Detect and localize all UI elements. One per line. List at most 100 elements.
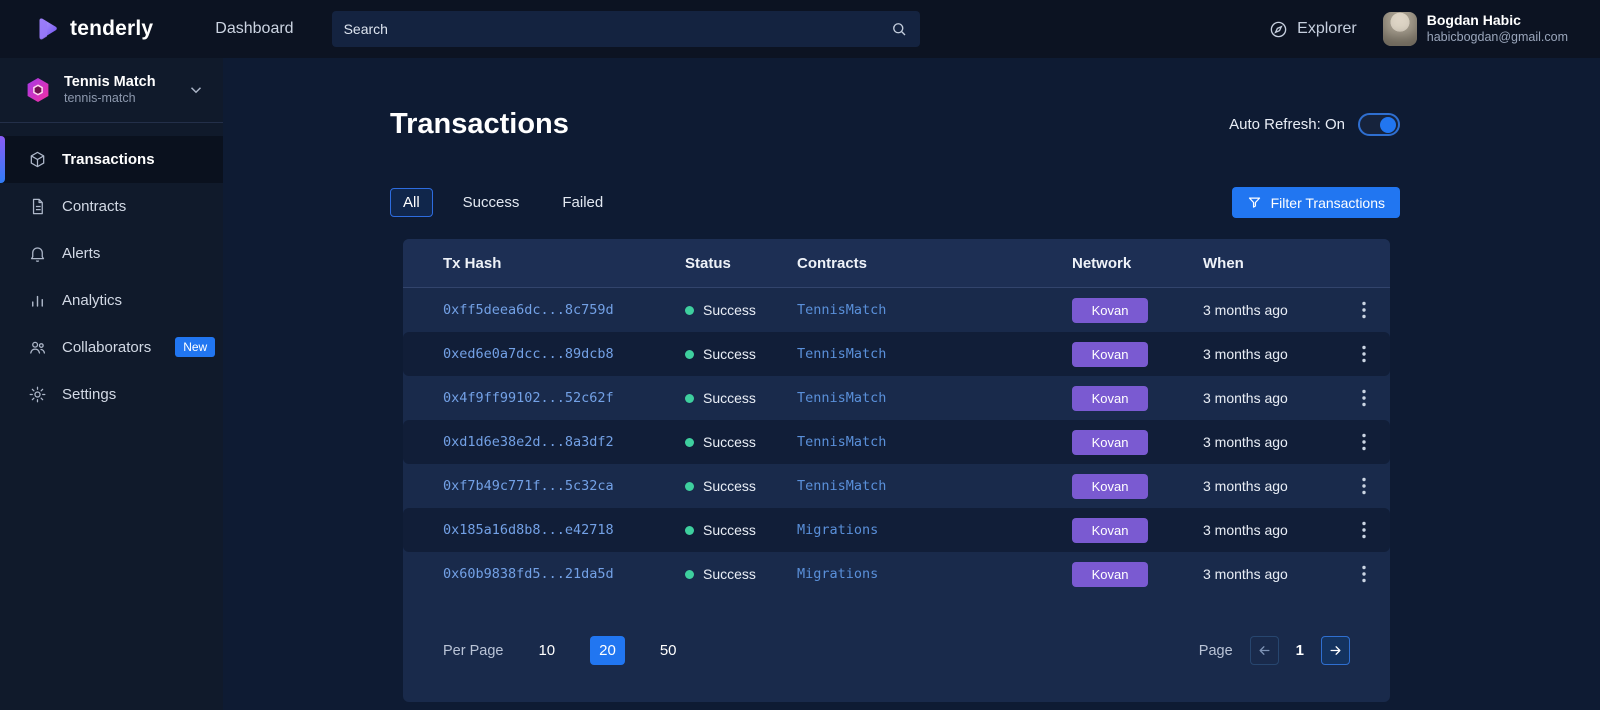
when-text: 3 months ago bbox=[1203, 522, 1288, 538]
tab-all[interactable]: All bbox=[390, 188, 433, 217]
col-contracts: Contracts bbox=[797, 254, 868, 272]
tx-hash-link[interactable]: 0x60b9838fd5...21da5d bbox=[443, 566, 685, 582]
cube-icon bbox=[28, 150, 47, 169]
network-badge: Kovan bbox=[1072, 517, 1148, 543]
status-text: Success bbox=[703, 346, 756, 362]
current-page: 1 bbox=[1295, 642, 1304, 659]
search-icon bbox=[890, 20, 908, 38]
table-row[interactable]: 0x185a16d8b8...e42718 Success Migrations… bbox=[403, 508, 1390, 552]
bar-chart-icon bbox=[28, 291, 47, 310]
table-footer: Per Page 10 20 50 Page 1 bbox=[403, 596, 1390, 702]
nav-dashboard[interactable]: Dashboard bbox=[215, 20, 293, 38]
contract-link[interactable]: TennisMatch bbox=[797, 478, 1072, 494]
tx-hash-link[interactable]: 0xd1d6e38e2d...8a3df2 bbox=[443, 434, 685, 450]
when-text: 3 months ago bbox=[1203, 566, 1288, 582]
contract-link[interactable]: TennisMatch bbox=[797, 434, 1072, 450]
contract-link[interactable]: TennisMatch bbox=[797, 302, 1072, 318]
logo-wordmark: tenderly bbox=[70, 17, 154, 40]
table-row[interactable]: 0xed6e0a7dcc...89dcb8 Success TennisMatc… bbox=[403, 332, 1390, 376]
next-page-button[interactable] bbox=[1321, 636, 1350, 665]
col-tx-hash: Tx Hash bbox=[443, 254, 502, 272]
contract-link[interactable]: Migrations bbox=[797, 566, 1072, 582]
col-network: Network bbox=[1072, 254, 1132, 272]
table-row[interactable]: 0xff5deea6dc...8c759d Success TennisMatc… bbox=[403, 288, 1390, 332]
when-text: 3 months ago bbox=[1203, 390, 1288, 406]
per-page-option-10[interactable]: 10 bbox=[529, 636, 564, 665]
page-label: Page bbox=[1198, 642, 1233, 659]
per-page-option-20[interactable]: 20 bbox=[590, 636, 625, 665]
sidebar-item-alerts[interactable]: Alerts bbox=[0, 230, 223, 277]
status-text: Success bbox=[703, 522, 756, 538]
sidebar-item-contracts[interactable]: Contracts bbox=[0, 183, 223, 230]
auto-refresh-control: Auto Refresh: On bbox=[1229, 113, 1400, 136]
arrow-right-icon bbox=[1328, 643, 1343, 658]
document-icon bbox=[28, 197, 47, 216]
row-menu-kebab-icon[interactable] bbox=[1362, 301, 1366, 319]
sidebar: Tennis Match tennis-match Transactions C… bbox=[0, 58, 223, 710]
main-content: Transactions Auto Refresh: On All Succes… bbox=[223, 108, 1600, 710]
row-menu-kebab-icon[interactable] bbox=[1362, 477, 1366, 495]
tenderly-logo[interactable]: tenderly bbox=[32, 14, 153, 44]
tx-hash-link[interactable]: 0xf7b49c771f...5c32ca bbox=[443, 478, 685, 494]
page-title: Transactions bbox=[390, 108, 569, 140]
row-menu-kebab-icon[interactable] bbox=[1362, 433, 1366, 451]
sidebar-nav: Transactions Contracts Alerts Analytics … bbox=[0, 123, 223, 418]
network-badge: Kovan bbox=[1072, 473, 1148, 499]
sidebar-item-analytics[interactable]: Analytics bbox=[0, 277, 223, 324]
auto-refresh-label: Auto Refresh: On bbox=[1229, 116, 1345, 133]
tab-failed[interactable]: Failed bbox=[549, 188, 616, 217]
network-badge: Kovan bbox=[1072, 429, 1148, 455]
table-row[interactable]: 0xd1d6e38e2d...8a3df2 Success TennisMatc… bbox=[403, 420, 1390, 464]
per-page-option-50[interactable]: 50 bbox=[651, 636, 686, 665]
filter-transactions-button[interactable]: Filter Transactions bbox=[1231, 187, 1400, 218]
prev-page-button[interactable] bbox=[1249, 636, 1279, 665]
user-menu[interactable]: Bogdan Habic habicbogdan@gmail.com bbox=[1382, 12, 1568, 46]
compass-icon bbox=[1269, 20, 1288, 39]
sidebar-item-settings[interactable]: Settings bbox=[0, 371, 223, 418]
sidebar-item-collaborators[interactable]: Collaborators New bbox=[0, 324, 223, 371]
when-text: 3 months ago bbox=[1203, 302, 1288, 318]
topbar: tenderly Dashboard Explorer Bogdan Habic… bbox=[0, 0, 1600, 58]
status-text: Success bbox=[703, 566, 756, 582]
table-row[interactable]: 0x4f9ff99102...52c62f Success TennisMatc… bbox=[403, 376, 1390, 420]
when-text: 3 months ago bbox=[1203, 478, 1288, 494]
network-badge: Kovan bbox=[1072, 561, 1148, 587]
row-menu-kebab-icon[interactable] bbox=[1362, 389, 1366, 407]
network-badge: Kovan bbox=[1072, 297, 1148, 323]
table-row[interactable]: 0xf7b49c771f...5c32ca Success TennisMatc… bbox=[403, 464, 1390, 508]
search-box bbox=[331, 11, 920, 47]
contract-link[interactable]: Migrations bbox=[797, 522, 1072, 538]
explorer-link[interactable]: Explorer bbox=[1269, 20, 1357, 39]
tx-hash-link[interactable]: 0xff5deea6dc...8c759d bbox=[443, 302, 685, 318]
success-dot-icon bbox=[685, 349, 694, 359]
success-dot-icon bbox=[685, 569, 694, 579]
row-menu-kebab-icon[interactable] bbox=[1362, 521, 1366, 539]
status-tabs: All Success Failed bbox=[390, 188, 616, 217]
project-selector[interactable]: Tennis Match tennis-match bbox=[0, 58, 223, 123]
status-text: Success bbox=[703, 434, 756, 450]
tx-hash-link[interactable]: 0x4f9ff99102...52c62f bbox=[443, 390, 685, 406]
auto-refresh-toggle[interactable] bbox=[1358, 113, 1400, 136]
project-slug: tennis-match bbox=[64, 91, 136, 106]
network-badge: Kovan bbox=[1072, 341, 1148, 367]
sidebar-item-label: Transactions bbox=[62, 150, 155, 168]
tab-success[interactable]: Success bbox=[450, 188, 533, 217]
tx-hash-link[interactable]: 0xed6e0a7dcc...89dcb8 bbox=[443, 346, 685, 362]
sidebar-item-transactions[interactable]: Transactions bbox=[0, 135, 223, 183]
row-menu-kebab-icon[interactable] bbox=[1362, 565, 1366, 583]
contract-link[interactable]: TennisMatch bbox=[797, 346, 1072, 362]
tx-hash-link[interactable]: 0x185a16d8b8...e42718 bbox=[443, 522, 685, 538]
sidebar-item-label: Settings bbox=[62, 385, 117, 403]
success-dot-icon bbox=[685, 437, 694, 447]
transactions-table: Tx Hash Status Contracts Network When 0x… bbox=[403, 239, 1390, 702]
col-when: When bbox=[1203, 254, 1244, 272]
success-dot-icon bbox=[685, 525, 694, 535]
search-input[interactable] bbox=[331, 11, 920, 47]
table-header: Tx Hash Status Contracts Network When bbox=[403, 239, 1390, 288]
contract-link[interactable]: TennisMatch bbox=[797, 390, 1072, 406]
user-name: Bogdan Habic bbox=[1426, 12, 1521, 29]
sidebar-item-label: Collaborators bbox=[62, 338, 152, 356]
table-row[interactable]: 0x60b9838fd5...21da5d Success Migrations… bbox=[403, 552, 1390, 596]
per-page-label: Per Page bbox=[443, 642, 504, 659]
row-menu-kebab-icon[interactable] bbox=[1362, 345, 1366, 363]
